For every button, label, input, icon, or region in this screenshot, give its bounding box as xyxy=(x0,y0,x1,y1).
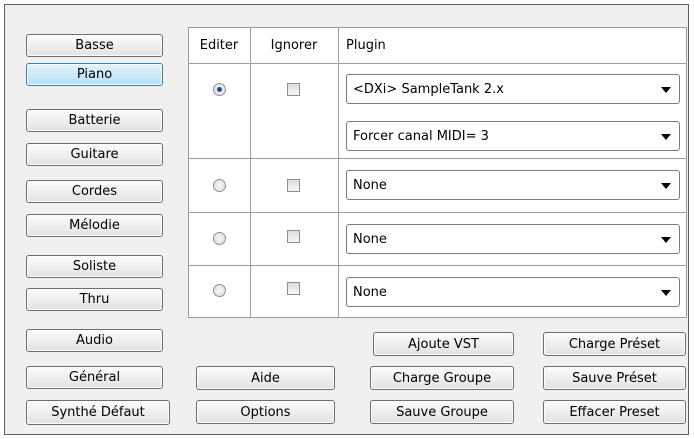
plugin-select-row-1[interactable]: <DXi> SampleTank 2.x xyxy=(346,74,680,104)
chevron-down-icon xyxy=(661,290,671,296)
charge-preset-button[interactable]: Charge Préset xyxy=(543,332,686,356)
row-divider xyxy=(188,158,687,159)
instrument-button-batterie[interactable]: Batterie xyxy=(26,109,163,132)
column-divider xyxy=(338,27,339,318)
instrument-button-thru[interactable]: Thru xyxy=(26,288,163,311)
sauve-preset-button[interactable]: Sauve Préset xyxy=(543,366,686,390)
ignore-checkbox-row-1[interactable] xyxy=(287,83,300,96)
chevron-down-icon xyxy=(661,134,671,140)
column-header-editer: Editer xyxy=(199,37,239,53)
plugin-select-row-3[interactable]: None xyxy=(346,224,680,254)
plugin-select-value: <DXi> SampleTank 2.x xyxy=(353,81,504,97)
instrument-button-guitare[interactable]: Guitare xyxy=(26,143,163,166)
ignore-checkbox-row-4[interactable] xyxy=(287,282,300,295)
midi-channel-value: Forcer canal MIDI= 3 xyxy=(353,128,489,144)
row-divider xyxy=(188,63,687,64)
column-header-ignorer: Ignorer xyxy=(270,37,318,53)
chevron-down-icon xyxy=(661,183,671,189)
options-button[interactable]: Options xyxy=(196,400,335,424)
column-divider xyxy=(250,27,251,318)
instrument-button-cordes[interactable]: Cordes xyxy=(26,180,163,203)
charge-groupe-button[interactable]: Charge Groupe xyxy=(370,366,514,390)
ignore-checkbox-row-2[interactable] xyxy=(287,179,300,192)
edit-radio-row-1[interactable] xyxy=(213,83,226,96)
plugin-select-row-2[interactable]: None xyxy=(346,170,680,200)
instrument-button-synthe-defaut[interactable]: Synthé Défaut xyxy=(26,400,170,425)
midi-channel-select-row-1[interactable]: Forcer canal MIDI= 3 xyxy=(346,121,680,151)
chevron-down-icon xyxy=(661,237,671,243)
chevron-down-icon xyxy=(661,87,671,93)
plugin-select-row-4[interactable]: None xyxy=(346,277,680,307)
instrument-button-melodie[interactable]: Mélodie xyxy=(26,214,163,237)
sauve-groupe-button[interactable]: Sauve Groupe xyxy=(370,400,514,424)
row-divider xyxy=(188,212,687,213)
edit-radio-row-3[interactable] xyxy=(213,232,226,245)
ajoute-vst-button[interactable]: Ajoute VST xyxy=(373,332,514,356)
column-header-plugin: Plugin xyxy=(346,37,386,53)
instrument-button-piano[interactable]: Piano xyxy=(26,63,163,86)
ignore-checkbox-row-3[interactable] xyxy=(287,230,300,243)
edit-radio-row-4[interactable] xyxy=(213,284,226,297)
effacer-preset-button[interactable]: Effacer Preset xyxy=(543,400,686,424)
plugin-select-value: None xyxy=(353,284,387,300)
aide-button[interactable]: Aide xyxy=(196,366,335,390)
edit-radio-row-2[interactable] xyxy=(213,179,226,192)
plugin-select-value: None xyxy=(353,231,387,247)
instrument-button-audio[interactable]: Audio xyxy=(26,329,163,352)
plugin-select-value: None xyxy=(353,177,387,193)
instrument-button-soliste[interactable]: Soliste xyxy=(26,255,163,278)
row-divider xyxy=(188,265,687,266)
instrument-button-general[interactable]: Général xyxy=(26,366,163,389)
instrument-button-basse[interactable]: Basse xyxy=(26,34,163,57)
